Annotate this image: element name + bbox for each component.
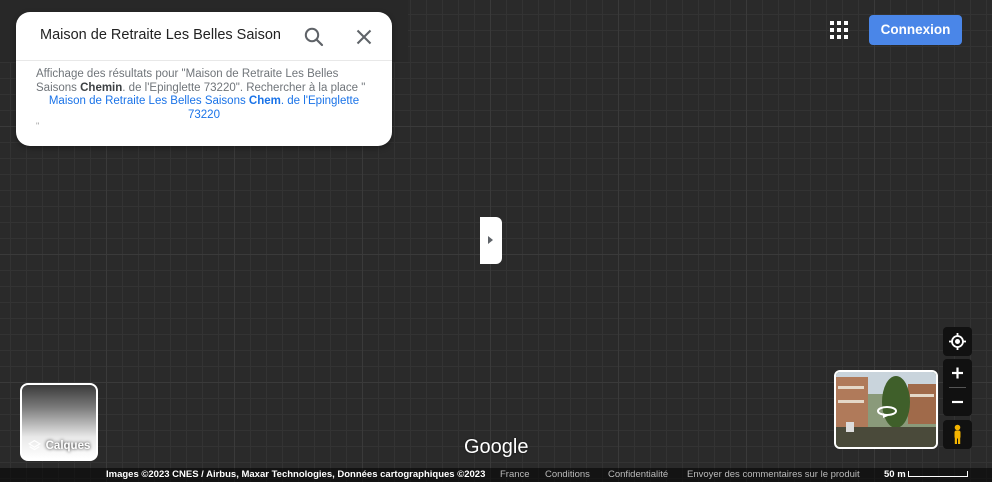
layers-label: Calques	[45, 439, 91, 452]
footer-link-privacy[interactable]: Confidentialité	[608, 468, 668, 482]
google-logo: Google	[464, 436, 529, 458]
alternate-search-link[interactable]: Maison de Retraite Les Belles Saisons Ch…	[36, 95, 372, 122]
zoom-out-button[interactable]	[943, 388, 972, 416]
layers-button[interactable]: Calques	[20, 383, 98, 461]
attribution-text: Images ©2023 CNES / Airbus, Maxar Techno…	[106, 469, 486, 480]
street-view-thumbnail[interactable]	[834, 370, 938, 449]
rotate-360-icon	[877, 406, 897, 418]
layers-label-row: Calques	[22, 439, 96, 452]
scale-bar	[908, 471, 968, 477]
street-view-pegman-button[interactable]	[943, 420, 972, 449]
zoom-in-icon	[952, 367, 963, 379]
layers-icon	[27, 439, 41, 451]
zoom-control	[943, 359, 972, 416]
footer-link-country[interactable]: France	[500, 468, 530, 482]
footer-link-feedback[interactable]: Envoyer des commentaires sur le produit	[687, 468, 860, 482]
results-suffix: . de l'Epinglette 73220". Rechercher à l…	[122, 81, 366, 94]
login-button[interactable]: Connexion	[869, 15, 962, 45]
results-bold: Chemin	[80, 81, 123, 94]
search-icon[interactable]	[302, 25, 326, 49]
apps-grid-icon[interactable]	[830, 21, 848, 39]
chevron-right-icon	[488, 236, 493, 244]
collapse-panel-button[interactable]	[480, 217, 502, 264]
close-icon[interactable]	[352, 25, 376, 49]
alt-prefix: Maison de Retraite Les Belles Saisons	[48, 95, 249, 107]
search-panel: Maison de Retraite Les Belles Saison Aff…	[16, 12, 392, 146]
map-footer: Images ©2023 CNES / Airbus, Maxar Techno…	[0, 468, 992, 482]
search-input[interactable]: Maison de Retraite Les Belles Saison	[40, 27, 290, 43]
search-box[interactable]: Maison de Retraite Les Belles Saison	[16, 12, 392, 60]
search-results-notice: Affichage des résultats pour "Maison de …	[36, 68, 372, 131]
zoom-in-button[interactable]	[943, 359, 972, 387]
my-location-icon	[949, 333, 966, 350]
alt-bold: Chem	[248, 95, 281, 107]
divider	[16, 60, 392, 61]
my-location-button[interactable]	[943, 327, 972, 356]
footer-link-terms[interactable]: Conditions	[545, 468, 590, 482]
scale-label[interactable]: 50 m	[884, 468, 906, 482]
zoom-out-icon	[952, 400, 963, 404]
alt-trailing-quote: "	[36, 121, 40, 131]
pegman-icon	[954, 424, 961, 444]
